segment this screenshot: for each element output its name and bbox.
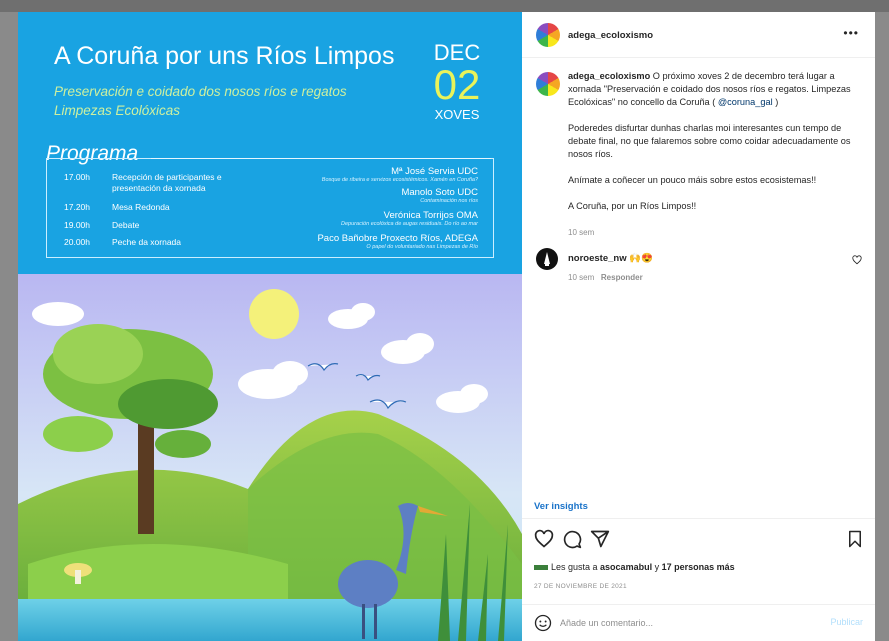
divider <box>151 158 491 159</box>
speaker-topic: Depuración ecolóxica de augas residuais.… <box>341 221 478 227</box>
poster-subtitle: Preservación e coidado dos nosos ríos e … <box>54 84 347 118</box>
schedule-row: 20.00h Peche da xornada <box>64 237 252 248</box>
view-insights-link[interactable]: Ver insights <box>534 501 588 512</box>
schedule-time: 17.20h <box>64 202 90 212</box>
comment-text: 🙌😍 <box>629 253 653 264</box>
speaker-name: Manolo Soto UDC <box>401 187 478 198</box>
liker-username[interactable]: asocamabul <box>600 562 652 572</box>
comment-like-icon[interactable] <box>852 255 862 265</box>
likes-conj: y <box>652 562 662 572</box>
comment-avatar[interactable] <box>536 248 558 270</box>
poster-illustration <box>18 274 522 641</box>
caption-close: ) <box>772 97 779 107</box>
comment-input[interactable] <box>560 615 790 631</box>
speaker: Verónica Torrijos OMA Depuración ecolóxi… <box>238 210 478 227</box>
schedule-desc: Mesa Redonda <box>112 202 170 212</box>
comment-username[interactable]: noroeste_nw <box>568 253 627 264</box>
schedule-row: 17.20h Mesa Redonda <box>64 202 252 213</box>
more-options-icon[interactable]: ••• <box>843 26 859 40</box>
post-header: adega_ecoloxismo ••• <box>522 12 875 58</box>
caption-avatar[interactable] <box>536 72 560 96</box>
comment-bar: Publicar <box>522 605 875 641</box>
caption-time: 10 sem <box>568 228 595 237</box>
schedule-time: 19.00h <box>64 220 90 230</box>
browser-top-strip <box>0 0 889 12</box>
speaker-topic: Contaminación nos ríos <box>420 198 478 204</box>
likes-count-link[interactable]: 17 personas más <box>662 562 735 572</box>
comment-meta: 10 sem Responder <box>568 273 653 282</box>
mention-link[interactable]: @coruna_gal <box>718 97 773 107</box>
comment: noroeste_nw 🙌😍 10 sem Responder <box>568 253 653 282</box>
poster-title: A Coruña por uns Ríos Limpos <box>54 42 395 70</box>
post-modal: A Coruña por uns Ríos Limpos Preservació… <box>18 12 875 641</box>
liker-avatar <box>534 565 548 571</box>
post-image[interactable]: A Coruña por uns Ríos Limpos Preservació… <box>18 12 522 641</box>
speaker-topic: O papel do voluntariado nas Limpezas de … <box>366 244 478 250</box>
poster-weekday: XOVES <box>434 107 480 122</box>
save-bookmark-icon[interactable] <box>846 529 864 549</box>
speaker-topic: Bosque de ribeira e servizos ecosistémic… <box>321 177 478 183</box>
post-panel: adega_ecoloxismo ••• adega_ecoloxismo O … <box>522 12 875 641</box>
caption: adega_ecoloxismo O próximo xoves 2 de de… <box>568 70 863 239</box>
caption-paragraph: Anímate a coñecer un pouco máis sobre es… <box>568 175 817 185</box>
landscape-illustration <box>18 274 522 641</box>
schedule-desc: Debate <box>112 220 140 230</box>
emoji-icon[interactable] <box>534 614 552 632</box>
header-username[interactable]: adega_ecoloxismo <box>568 30 653 41</box>
schedule-desc: Recepción de participantes e presentació… <box>112 172 222 193</box>
caption-paragraph: Poderedes disfurtar dunhas charlas moi i… <box>568 123 851 159</box>
speaker: Paco Bañobre Proxecto Ríos, ADEGA O pape… <box>238 233 478 250</box>
sun <box>249 289 299 339</box>
screen-background: A Coruña por uns Ríos Limpos Preservació… <box>0 0 889 641</box>
schedule-time: 17.00h <box>64 172 90 182</box>
speaker: Manolo Soto UDC Contaminación nos ríos <box>238 187 478 204</box>
post-date: 27 DE NOVIEMBRE DE 2021 <box>534 583 627 590</box>
likes-prefix: Les gusta a <box>551 562 601 572</box>
reply-link[interactable]: Responder <box>601 273 643 282</box>
poster-day: 02 <box>433 61 481 108</box>
speaker-name: Mª José Servia UDC <box>391 166 478 177</box>
caption-paragraph: A Coruña, por un Ríos Limpos!! <box>568 201 697 211</box>
schedule-desc: Peche da xornada <box>112 237 181 247</box>
likes-line: Les gusta a asocamabul y 17 personas más <box>534 562 735 572</box>
like-heart-icon[interactable] <box>534 529 554 549</box>
share-icon[interactable] <box>590 529 610 549</box>
comment-icon[interactable] <box>562 529 582 549</box>
schedule-row: 19.00h Debate <box>64 220 252 231</box>
speaker-name: Paco Bañobre Proxecto Ríos, ADEGA <box>317 233 478 244</box>
speaker-name: Verónica Torrijos OMA <box>383 210 478 221</box>
comment-time: 10 sem <box>568 273 595 282</box>
divider <box>522 518 875 519</box>
action-bar <box>534 529 864 551</box>
caption-username[interactable]: adega_ecoloxismo <box>568 71 650 81</box>
speaker: Mª José Servia UDC Bosque de ribeira e s… <box>238 166 478 183</box>
publish-button[interactable]: Publicar <box>830 617 863 627</box>
avatar[interactable] <box>536 23 560 47</box>
schedule-time: 20.00h <box>64 237 90 247</box>
schedule-row: 17.00h Recepción de participantes e prese… <box>64 172 252 194</box>
poster-header: A Coruña por uns Ríos Limpos Preservació… <box>18 12 522 274</box>
